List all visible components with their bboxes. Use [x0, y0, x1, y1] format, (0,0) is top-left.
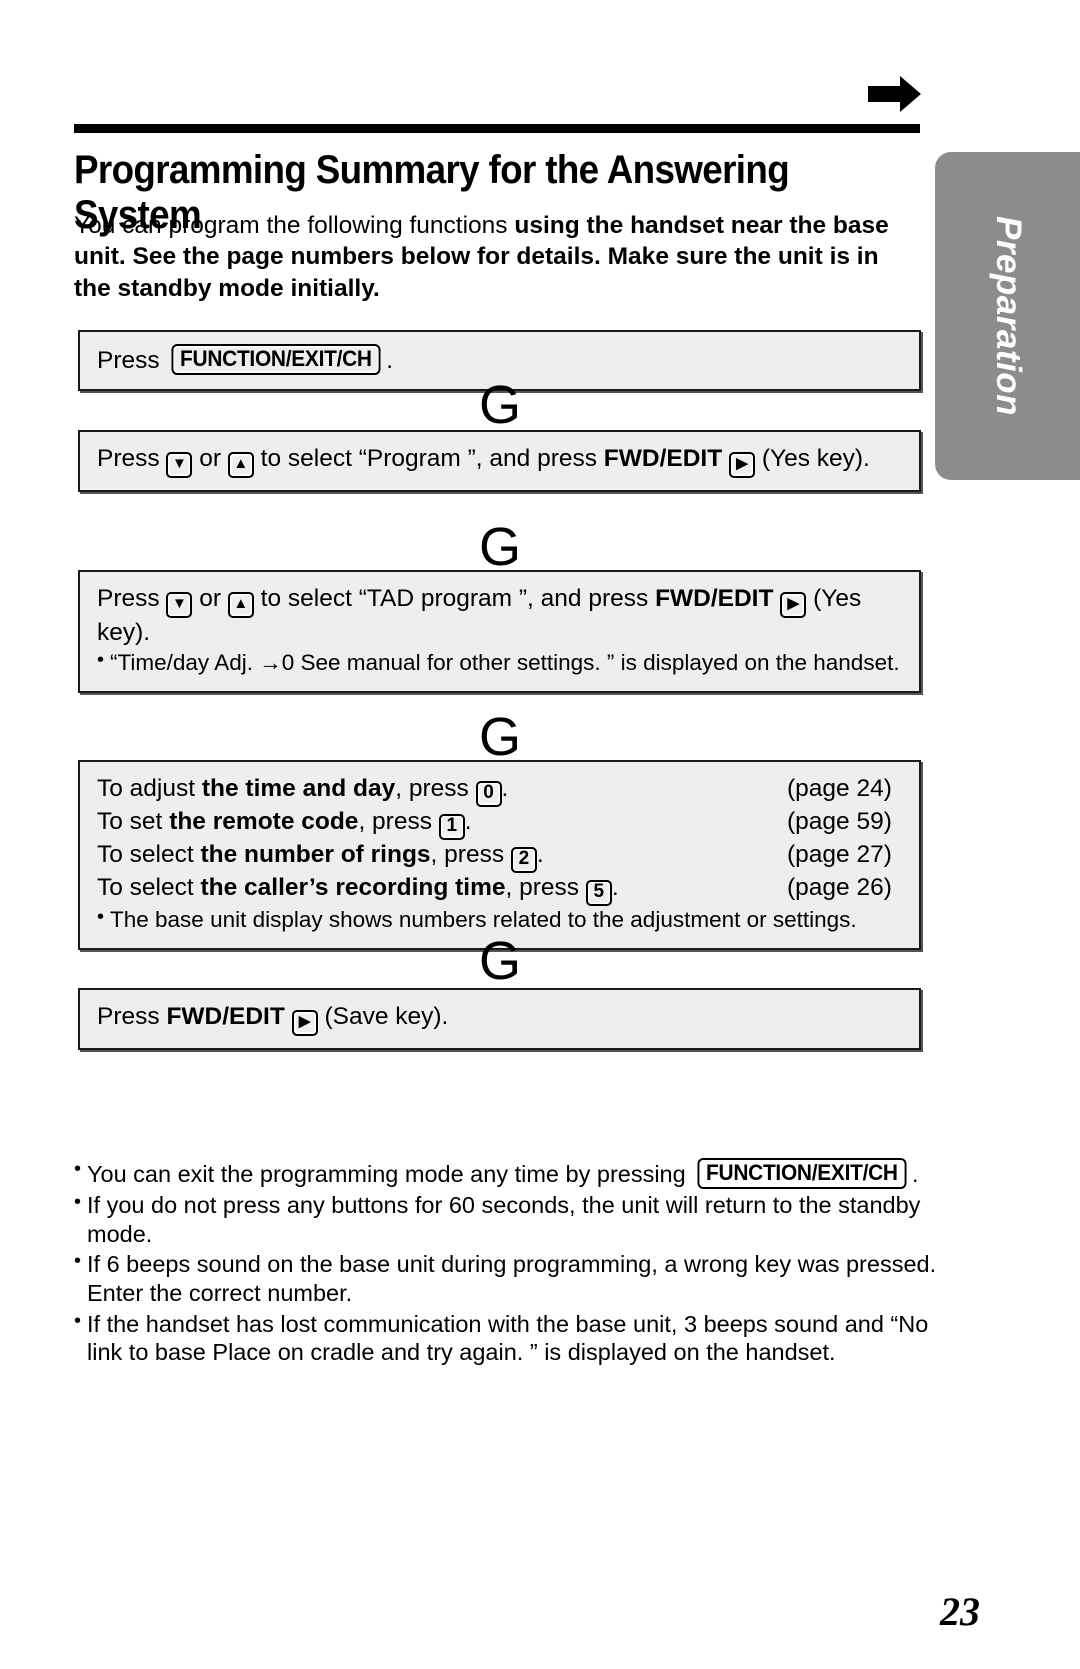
note3-text: If the handset has lost communication wi…: [87, 1310, 929, 1366]
row1-page-ref: (page 59): [787, 808, 892, 835]
flow-arrow-3: G: [478, 707, 521, 767]
step5-post: (Save key).: [317, 1003, 449, 1030]
step-box-select-tad-program: Press ▼ or ▲ to select “TAD program ”, a…: [78, 570, 921, 693]
key-digit-5[interactable]: 5: [585, 880, 612, 906]
row1-post: .: [464, 808, 472, 835]
key-function-exit-ch[interactable]: FUNCTION/EXIT/CH: [171, 344, 381, 375]
note-item-beeps: If 6 beeps sound on the base unit during…: [74, 1249, 944, 1307]
step3-note: “Time/day Adj. →0 See manual for other s…: [97, 648, 903, 677]
step3-or: or: [192, 585, 228, 612]
row1-mid: , press: [358, 808, 439, 835]
row3-bold: the caller’s recording time: [200, 874, 506, 901]
step1-pre: Press: [97, 347, 167, 374]
step2-post: (Yes key).: [755, 445, 870, 472]
step5-pre: Press: [97, 1003, 167, 1030]
step2-or: or: [192, 445, 228, 472]
step3-select: to select “TAD program ”, and press: [253, 585, 656, 612]
step1-post: .: [386, 347, 394, 374]
step-box-press-save: Press FWD/EDIT ▶ (Save key).: [78, 988, 921, 1050]
step-box-select-program: Press ▼ or ▲ to select “Program ”, and p…: [78, 430, 921, 492]
step5-line: Press FWD/EDIT ▶ (Save key).: [97, 1002, 903, 1036]
key-digit-1[interactable]: 1: [438, 814, 465, 840]
row2-mid: , press: [430, 841, 511, 868]
key-right-arrow[interactable]: ▶: [780, 592, 807, 618]
option-row-remote-code: To set the remote code, press 1. (page 59…: [97, 807, 903, 840]
key-right-arrow[interactable]: ▶: [729, 452, 756, 478]
note-item-timeout: If you do not press any buttons for 60 s…: [74, 1190, 944, 1248]
row2-post: .: [536, 841, 544, 868]
option-row-number-of-rings: To select the number of rings, press 2. (…: [97, 840, 903, 873]
row1-pre: To set: [97, 808, 170, 835]
note0-pre: You can exit the programming mode any ti…: [87, 1161, 693, 1187]
right-arrow-icon: [868, 75, 922, 113]
row0-post: .: [501, 775, 509, 802]
notes-list: You can exit the programming mode any ti…: [74, 1157, 944, 1369]
row3-mid: , press: [505, 874, 586, 901]
key-up-arrow[interactable]: ▲: [227, 592, 254, 618]
page-number: 23: [940, 1589, 980, 1634]
key-fwd-edit-label: FWD/EDIT: [603, 445, 723, 472]
key-fwd-edit-label: FWD/EDIT: [655, 585, 774, 612]
note0-post: .: [912, 1161, 919, 1187]
intro-paragraph: You can program the following functions …: [74, 210, 894, 304]
step-box-adjust-options: To adjust the time and day, press 0. (pag…: [78, 760, 921, 951]
row3-post: .: [611, 874, 619, 901]
row0-page-ref: (page 24): [787, 775, 892, 802]
note-item-exit: You can exit the programming mode any ti…: [74, 1157, 944, 1189]
intro-text-normal: You can program the following functions: [74, 212, 515, 239]
step4-note: The base unit display shows numbers rela…: [97, 905, 903, 934]
flow-arrow-1: G: [478, 375, 521, 435]
note-item-no-link: If the handset has lost communication wi…: [74, 1309, 944, 1367]
row2-page-ref: (page 27): [787, 841, 892, 868]
key-up-arrow[interactable]: ▲: [227, 452, 254, 478]
header-rule: [74, 124, 920, 133]
key-right-arrow[interactable]: ▶: [291, 1010, 318, 1036]
step2-pre: Press: [97, 445, 167, 472]
row0-pre: To adjust: [97, 775, 202, 802]
row0-bold: the time and day: [201, 775, 396, 802]
key-digit-0[interactable]: 0: [475, 781, 502, 807]
step3-pre: Press: [97, 585, 167, 612]
key-digit-2[interactable]: 2: [510, 847, 537, 873]
step2-select: to select “Program ”, and press: [253, 445, 604, 472]
note1-text: If you do not press any buttons for 60 s…: [87, 1191, 921, 1247]
row1-bold: the remote code: [169, 808, 359, 835]
row3-pre: To select: [97, 874, 201, 901]
flow-arrow-2: G: [478, 517, 521, 577]
step1-line: Press FUNCTION/EXIT/CH.: [97, 344, 903, 377]
key-fwd-edit-label: FWD/EDIT: [166, 1003, 285, 1030]
step3-line: Press ▼ or ▲ to select “TAD program ”, a…: [97, 584, 903, 649]
option-row-recording-time: To select the caller’s recording time, p…: [97, 873, 903, 906]
key-function-exit-ch[interactable]: FUNCTION/EXIT/CH: [697, 1158, 907, 1189]
row0-mid: , press: [395, 775, 476, 802]
key-down-arrow[interactable]: ▼: [166, 452, 193, 478]
key-down-arrow[interactable]: ▼: [166, 592, 193, 618]
flow-arrow-4: G: [478, 931, 521, 991]
step2-line: Press ▼ or ▲ to select “Program ”, and p…: [97, 444, 903, 478]
row2-pre: To select: [97, 841, 201, 868]
note2-text: If 6 beeps sound on the base unit during…: [87, 1251, 937, 1306]
option-row-time-and-day: To adjust the time and day, press 0. (pag…: [97, 774, 903, 807]
row3-page-ref: (page 26): [787, 874, 892, 901]
row2-bold: the number of rings: [200, 841, 431, 868]
